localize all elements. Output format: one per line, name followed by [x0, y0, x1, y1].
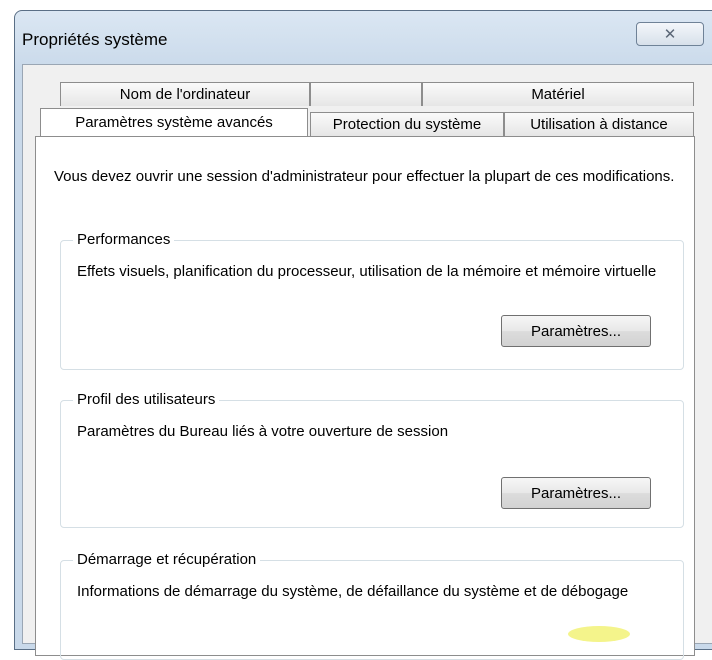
- tab-blank: [310, 82, 422, 106]
- tab-utilisation-distance[interactable]: Utilisation à distance: [504, 112, 694, 136]
- window-title: Propriétés système: [22, 30, 168, 49]
- group-demarrage-recuperation: Démarrage et récupération Informations d…: [60, 550, 684, 660]
- group-profil-utilisateurs: Profil des utilisateurs Paramètres du Bu…: [60, 390, 684, 528]
- close-icon: ✕: [663, 26, 677, 43]
- close-button[interactable]: ✕: [636, 22, 704, 46]
- tab-label: Paramètres système avancés: [75, 114, 273, 131]
- group-description: Paramètres du Bureau liés à votre ouvert…: [77, 423, 449, 440]
- cursor-highlight: [568, 626, 630, 642]
- tab-label: Nom de l'ordinateur: [119, 86, 251, 103]
- tab-nom-ordinateur[interactable]: Nom de l'ordinateur: [60, 82, 310, 106]
- tab-label: Protection du système: [332, 116, 482, 133]
- group-legend: Démarrage et récupération: [73, 550, 261, 570]
- tab-protection-systeme[interactable]: Protection du système: [310, 112, 504, 136]
- group-performances: Performances Effets visuels, planificati…: [60, 230, 684, 370]
- group-description: Informations de démarrage du système, de…: [77, 583, 629, 600]
- intro-text: Vous devez ouvrir une session d'administ…: [54, 168, 675, 185]
- group-description: Effets visuels, planification du process…: [77, 263, 657, 280]
- group-legend: Performances: [73, 230, 175, 250]
- tab-parametres-avances[interactable]: Paramètres système avancés: [40, 108, 308, 136]
- profil-settings-button[interactable]: Paramètres...: [501, 477, 651, 509]
- performances-settings-button[interactable]: Paramètres...: [501, 315, 651, 347]
- tab-materiel[interactable]: Matériel: [422, 82, 694, 106]
- tab-label: Utilisation à distance: [530, 116, 668, 133]
- group-legend: Profil des utilisateurs: [73, 390, 220, 410]
- tab-label: Matériel: [531, 86, 585, 103]
